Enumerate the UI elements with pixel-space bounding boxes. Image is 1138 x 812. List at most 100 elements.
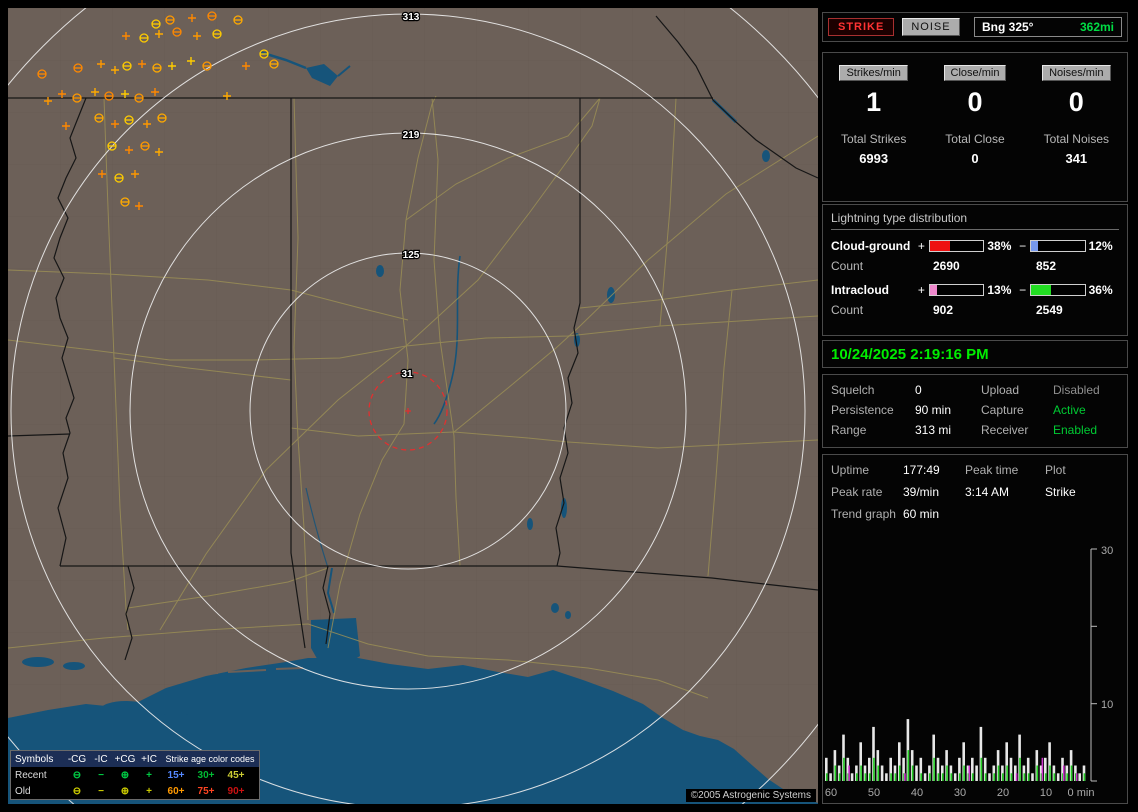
status-panel: STRIKE NOISE Bng 325° 362mi Strikes/min … [822,8,1130,804]
legend-col-nic: -IC [89,754,113,765]
close-per-min-block: Close/min 0 Total Close 0 [924,53,1025,201]
persistence-label: Persistence [831,403,915,417]
total-strikes-label: Total Strikes [823,132,924,146]
ring-label-125: 125 [403,250,420,261]
count-label: Count [831,259,921,273]
old-neg-ic-icon: − [89,786,113,797]
cg-plus-bar [929,240,984,252]
bearing-distance: 362mi [1080,20,1114,34]
cg-plus-count: 2690 [921,259,1026,273]
distribution-title: Lightning type distribution [831,211,1119,230]
strike-mode-button[interactable]: STRIKE [828,18,894,36]
minus-sign: − [1018,239,1028,253]
noises-per-min-value: 0 [1026,87,1127,118]
bearing-readout: Bng 325° 362mi [974,17,1122,37]
x-tick-10: 10 [1040,787,1052,799]
age-90: 90+ [221,786,251,797]
trend-chart-canvas: 30 10 60 50 40 30 20 10 0 min [825,541,1127,803]
recent-neg-ic-icon: − [89,770,113,781]
intracloud-counts: Count 902 2549 [831,303,1119,317]
legend-recent-label: Recent [11,770,65,781]
legend-col-pcg: +CG [113,754,137,765]
capture-label: Capture [981,403,1053,417]
x-tick-30: 30 [954,787,966,799]
ring-label-219: 219 [403,130,420,141]
intracloud-label: Intracloud [831,283,917,297]
ic-plus-bar [929,284,984,296]
strikes-per-min-block: Strikes/min 1 Total Strikes 6993 [823,53,924,201]
old-pos-ic-icon: + [137,786,161,797]
y-tick-30: 30 [1101,545,1113,557]
receiver-value: Enabled [1053,423,1119,437]
x-tick-0: 0 min [1068,787,1095,799]
ic-plus-percent: 13% [987,283,1017,297]
receiver-label: Receiver [981,423,1053,437]
legend-col-pic: +IC [137,754,161,765]
recent-pos-ic-icon: + [137,770,161,781]
legend-old-row: Old ⊖ − ⊕ + 60+ 75+ 90+ [11,783,259,799]
old-pos-cg-icon: ⊕ [113,786,137,797]
cloud-ground-row: Cloud-ground + 38% − 12% [831,239,1119,253]
noises-per-min-button[interactable]: Noises/min [1042,65,1110,81]
noises-per-min-block: Noises/min 0 Total Noises 341 [1026,53,1127,201]
cloud-ground-label: Cloud-ground [831,239,917,253]
x-tick-20: 20 [997,787,1009,799]
persistence-value: 90 min [915,403,981,417]
total-noises-value: 341 [1026,151,1127,166]
current-datetime: 10/24/2025 2:19:16 PM [831,346,989,363]
age-60: 60+ [161,786,191,797]
x-tick-40: 40 [911,787,923,799]
legend-recent-row: Recent ⊖ − ⊕ + 15+ 30+ 45+ [11,767,259,783]
strikes-per-min-value: 1 [823,87,924,118]
cloud-ground-counts: Count 2690 852 [831,259,1119,273]
cg-minus-bar [1030,240,1085,252]
squelch-value: 0 [915,383,981,397]
trend-graph-label: Trend graph [831,507,903,521]
peak-time-label: Peak time [965,463,1045,477]
strikes-per-min-button[interactable]: Strikes/min [839,65,907,81]
total-strikes-value: 6993 [823,151,924,166]
mobile-bay [311,618,360,666]
trend-graph-value: 60 min [903,507,965,521]
lightning-distribution: Lightning type distribution Cloud-ground… [822,204,1128,336]
age-45: 45+ [221,770,251,781]
legend-symbols-title: Symbols [11,754,65,765]
recent-pos-cg-icon: ⊕ [113,770,137,781]
recent-neg-cg-icon: ⊖ [65,770,89,781]
app-window: 313 219 125 31 Symbols -CG -IC +CG +IC S… [0,0,1138,812]
ic-plus-count: 902 [921,303,1026,317]
noise-mode-button[interactable]: NOISE [902,18,959,36]
receiver-status-box: Squelch 0 Upload Disabled Persistence 90… [822,374,1128,448]
legend-old-label: Old [11,786,65,797]
intracloud-row: Intracloud + 13% − 36% [831,283,1119,297]
plot-label: Plot [1045,463,1119,477]
cg-plus-percent: 38% [987,239,1017,253]
plot-value: Strike [1045,485,1119,499]
copyright-notice: ©2005 Astrogenic Systems [686,789,816,802]
datetime-box: 10/24/2025 2:19:16 PM [822,340,1128,368]
lightning-map[interactable]: 313 219 125 31 Symbols -CG -IC +CG +IC S… [8,8,818,804]
plus-sign: + [917,283,927,297]
peak-rate-label: Peak rate [831,485,903,499]
uptime-label: Uptime [831,463,903,477]
legend-age-title: Strike age color codes [161,754,259,764]
age-30: 30+ [191,770,221,781]
session-info-box: Uptime 177:49 Peak time Plot Peak rate 3… [822,454,1128,804]
minus-sign: − [1018,283,1028,297]
old-neg-cg-icon: ⊖ [65,786,89,797]
legend-header: Symbols -CG -IC +CG +IC Strike age color… [11,751,259,767]
uptime-value: 177:49 [903,463,965,477]
range-value: 313 mi [915,423,981,437]
upload-value: Disabled [1053,383,1119,397]
strike-legend: Symbols -CG -IC +CG +IC Strike age color… [10,750,260,800]
ring-label-313: 313 [403,12,420,23]
bearing-label: Bng 325° [982,20,1033,34]
ring-label-31: 31 [401,369,413,380]
close-per-min-button[interactable]: Close/min [944,65,1007,81]
upload-label: Upload [981,383,1053,397]
capture-value: Active [1053,403,1119,417]
legend-col-ncg: -CG [65,754,89,765]
trend-chart: 30 10 60 50 40 30 20 10 0 min [825,541,1127,803]
total-close-label: Total Close [924,132,1025,146]
cg-minus-percent: 12% [1089,239,1119,253]
